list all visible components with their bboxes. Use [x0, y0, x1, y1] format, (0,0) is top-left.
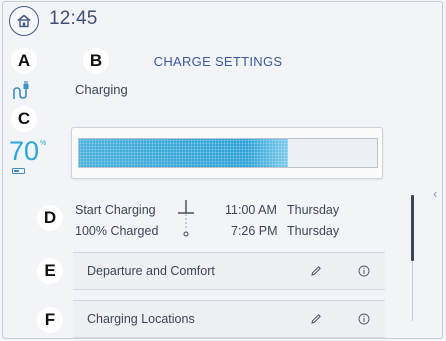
pencil-icon — [311, 314, 321, 324]
fully-charged-label: 100% Charged — [75, 224, 159, 238]
locations-edit-button[interactable] — [301, 304, 331, 334]
charging-status: Charging — [75, 82, 128, 97]
fully-charged-day: Thursday — [287, 224, 340, 238]
fully-charged-time: 7:26 PM — [231, 224, 278, 238]
battery-icon — [12, 168, 25, 174]
callout-e: E — [37, 258, 63, 284]
plug-icon — [13, 81, 29, 99]
start-charging-time: 11:00 AM — [225, 203, 277, 217]
departure-edit-button[interactable] — [301, 256, 331, 286]
callout-f: F — [37, 307, 63, 333]
charge-settings-screen: 12:45 CHARGE SETTINGS A B Charging C 70%… — [2, 1, 443, 339]
callout-d: D — [37, 205, 63, 231]
charge-level-bar — [71, 127, 383, 179]
callout-a: A — [11, 48, 37, 74]
callout-c: C — [11, 106, 37, 132]
timeline-icon — [178, 200, 194, 237]
home-button[interactable] — [9, 6, 39, 36]
charge-level-track — [78, 138, 378, 168]
scrollbar[interactable] — [411, 195, 414, 261]
charging-locations-item[interactable]: Charging Locations — [73, 300, 385, 338]
departure-comfort-item[interactable]: Departure and Comfort — [73, 252, 385, 290]
battery-percent-value: 70 — [9, 136, 40, 166]
battery-percentage: 70% — [9, 138, 46, 165]
start-charging-label: Start Charging — [75, 203, 156, 217]
charge-level-fill — [79, 139, 288, 167]
clock: 12:45 — [49, 8, 98, 29]
start-charging-day: Thursday — [287, 203, 340, 217]
departure-info-button[interactable] — [349, 256, 379, 286]
home-icon — [17, 14, 31, 28]
percent-symbol: % — [40, 140, 47, 147]
info-icon — [358, 265, 370, 277]
scroll-track — [412, 261, 413, 321]
info-icon — [358, 313, 370, 325]
departure-comfort-label: Departure and Comfort — [87, 264, 215, 278]
callout-b: B — [83, 48, 109, 74]
charging-locations-label: Charging Locations — [87, 312, 195, 326]
page-title: CHARGE SETTINGS — [153, 54, 283, 69]
locations-info-button[interactable] — [349, 304, 379, 334]
chevron-left-icon[interactable]: ‹ — [433, 186, 437, 201]
pencil-icon — [311, 266, 321, 276]
